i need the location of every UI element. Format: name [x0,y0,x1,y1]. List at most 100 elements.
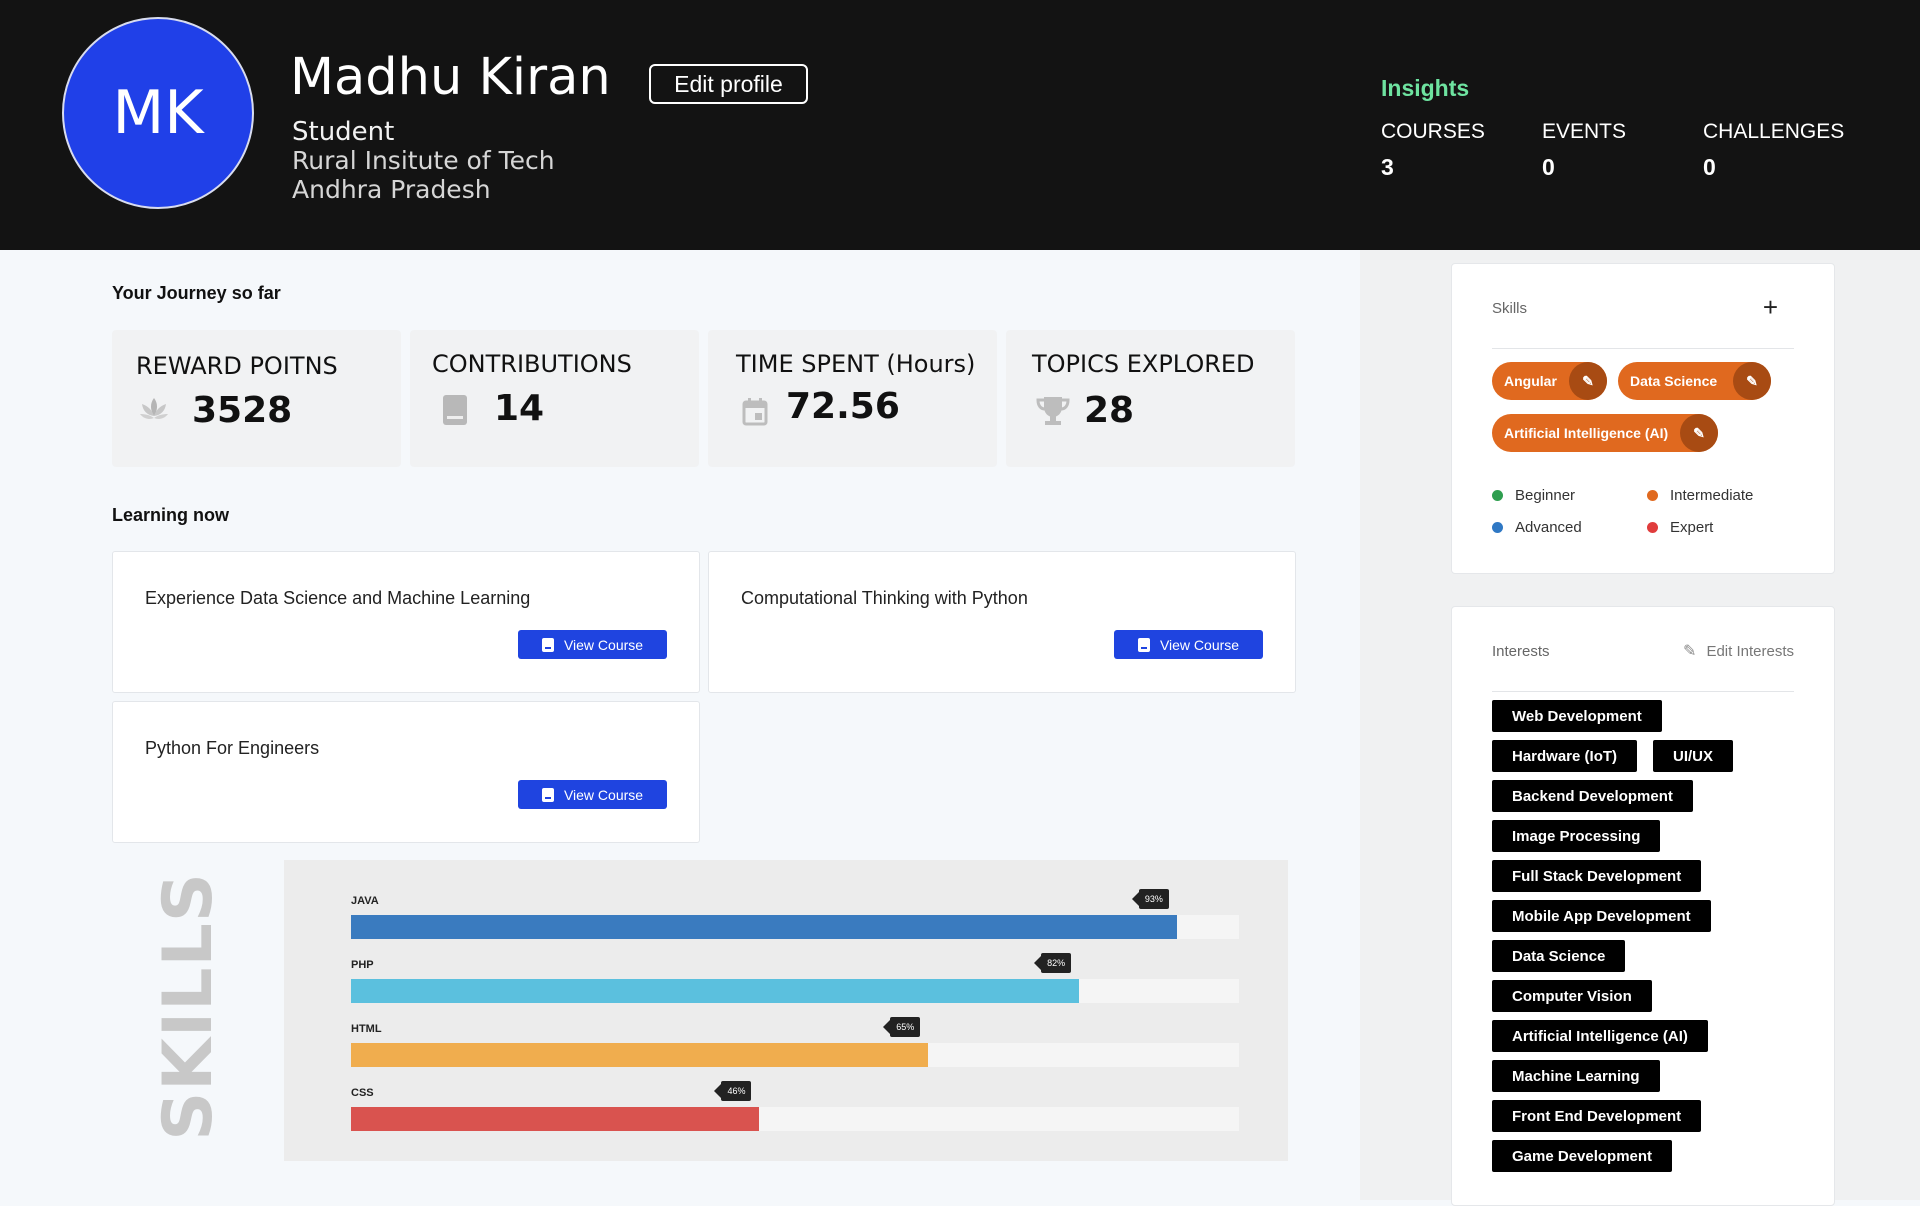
skill-bar-name: HTML [351,1023,382,1035]
interest-tag: Computer Vision [1492,980,1652,1012]
stat-label: COURSES [1381,120,1485,143]
stat-label: CHALLENGES [1703,120,1845,143]
course-card: Experience Data Science and Machine Lear… [112,551,700,693]
skills-vertical-title: SKILLS [149,872,228,1141]
skill-chip-label: Artificial Intelligence (AI) [1504,425,1669,441]
metric-value: 3528 [192,390,293,431]
course-title: Computational Thinking with Python [741,588,1028,608]
stat-challenges: CHALLENGES 0 [1703,120,1844,181]
metric-label: TOPICS EXPLORED [1032,350,1255,378]
book-icon [442,394,472,425]
skill-bar-percent: 93% [1131,889,1169,909]
skill-bar-row: JAVA 93% [351,889,1239,955]
interest-tag: Front End Development [1492,1100,1702,1132]
skill-bar-track: 65% [351,1017,1239,1067]
legend-label: Advanced [1515,519,1582,536]
profile-role: Student [292,117,395,147]
skill-bar-percent: 65% [883,1017,921,1037]
metric-topics-explored: TOPICS EXPLORED 28 [1006,330,1295,467]
metric-time-spent: TIME SPENT (Hours) 72.56 [708,330,997,467]
view-course-button[interactable]: View Course [518,630,667,659]
course-card: Computational Thinking with Python View … [708,551,1296,693]
interest-tag: UI/UX [1653,740,1734,772]
divider [1492,348,1794,349]
skills-card-title: Skills [1492,300,1528,317]
learning-title: Learning now [112,505,229,525]
legend-intermediate: Intermediate [1647,487,1753,504]
skill-bar-name: CSS [351,1087,374,1099]
edit-interests-label: Edit Interests [1706,642,1794,660]
skills-vertical-text: SKILLS [148,871,228,1141]
metric-label: CONTRIBUTIONS [432,350,632,378]
edit-interests-button[interactable]: ✎ Edit Interests [1683,641,1794,661]
pencil-icon[interactable]: ✎ [1733,362,1771,400]
avatar: MK [62,17,254,209]
edit-profile-button[interactable]: Edit profile [649,64,808,104]
skill-chip: Artificial Intelligence (AI) ✎ [1492,414,1718,452]
metric-value: 14 [494,388,545,429]
skill-bar-track: 82% [351,953,1239,1003]
skill-bar-percent: 46% [714,1081,752,1101]
pencil-icon[interactable]: ✎ [1569,362,1607,400]
legend-label: Beginner [1515,487,1576,504]
view-course-button[interactable]: View Course [1114,630,1263,659]
legend-dot [1647,490,1658,501]
metric-value: 28 [1084,390,1135,431]
skill-bar-row: CSS 46% [351,1081,1239,1147]
skill-bar-row: PHP 82% [351,953,1239,1019]
legend-dot [1492,490,1503,501]
course-title: Experience Data Science and Machine Lear… [145,588,531,608]
legend-label: Intermediate [1670,487,1754,504]
skills-card: Skills + Angular ✎ Data Science ✎ Artifi… [1451,263,1835,574]
divider [1492,691,1794,692]
stat-label: EVENTS [1542,120,1627,143]
pencil-icon[interactable]: ✎ [1680,414,1718,452]
interest-tag: Machine Learning [1492,1060,1660,1092]
interest-tag: Image Processing [1492,820,1661,852]
skill-chip-label: Data Science [1630,373,1718,389]
skills-bar-chart: JAVA 93% PHP 82% HTML 65% CSS 46% [284,860,1288,1161]
view-course-label: View Course [563,636,644,653]
skill-bar-percent: 82% [1034,953,1072,973]
skill-bar-name: PHP [351,959,374,971]
stat-value: 0 [1703,154,1716,180]
skill-chip: Angular ✎ [1492,362,1607,400]
add-skill-button[interactable]: + [1763,294,1778,320]
course-title: Python For Engineers [145,738,320,758]
book-icon [541,787,554,802]
skill-chip: Data Science ✎ [1618,362,1771,400]
legend-dot [1492,522,1503,533]
trophy-icon [1036,396,1070,426]
legend-beginner: Beginner [1492,487,1575,504]
view-course-label: View Course [563,786,644,803]
metric-contributions: CONTRIBUTIONS 14 [410,330,699,467]
stat-courses: COURSES 3 [1381,120,1485,181]
interests-card: Interests ✎ Edit Interests Web Developme… [1451,606,1835,1206]
metric-value: 72.56 [786,386,900,427]
profile-institute: Rural Insitute of Tech [292,146,555,175]
skill-bar-fill [351,1043,929,1067]
course-card: Python For Engineers View Course [112,701,700,843]
lotus-icon [138,394,168,424]
profile-name: Madhu Kiran [290,48,611,107]
skill-bar-fill [351,1107,760,1131]
stat-value: 0 [1542,154,1555,180]
metric-label: TIME SPENT (Hours) [736,350,976,378]
profile-state: Andhra Pradesh [292,175,491,204]
interest-tag: Mobile App Development [1492,900,1711,932]
interest-tag: Backend Development [1492,780,1693,812]
profile-header: MK Madhu Kiran Edit profile Student Rura… [0,0,1920,250]
book-icon [1137,637,1150,652]
legend-dot [1647,522,1658,533]
interests-card-title: Interests [1492,643,1550,660]
interest-tag: Full Stack Development [1492,860,1702,892]
metric-reward-points: REWARD POITNS 3528 [112,330,401,467]
interest-tag: Hardware (IoT) [1492,740,1638,772]
book-icon [541,637,554,652]
legend-advanced: Advanced [1492,519,1582,536]
edit-icon: ✎ [1683,643,1697,660]
view-course-button[interactable]: View Course [518,780,667,809]
stat-events: EVENTS 0 [1542,120,1626,181]
legend-expert: Expert [1647,519,1713,536]
skill-bar-name: JAVA [351,895,379,907]
